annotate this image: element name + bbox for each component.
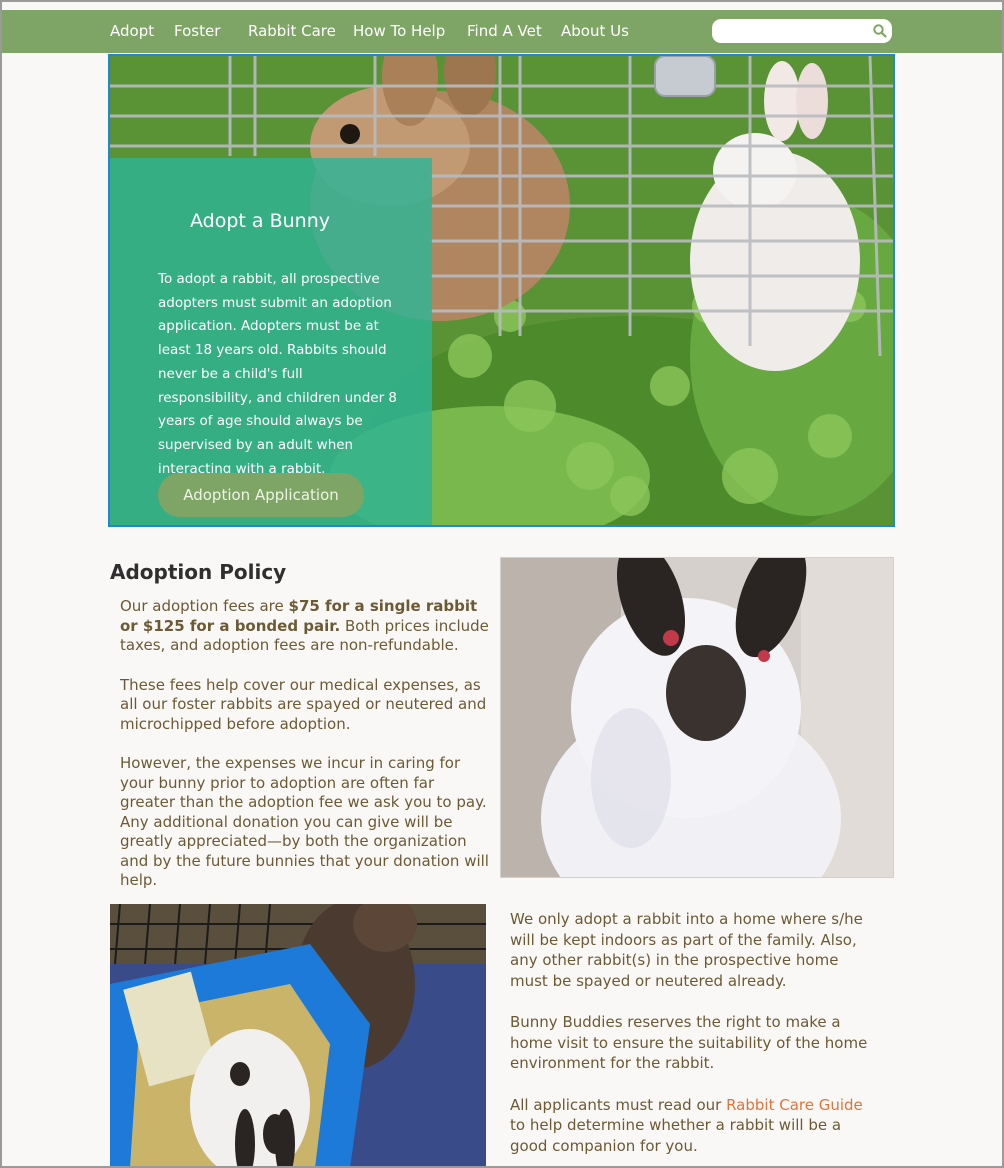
nav-item-find-a-vet[interactable]: Find A Vet: [467, 22, 542, 40]
requirements-care-guide-paragraph: All applicants must read our Rabbit Care…: [510, 1095, 880, 1157]
nav-item-how-to-help[interactable]: How To Help: [353, 22, 445, 40]
requirements-home-visit-paragraph: Bunny Buddies reserves the right to make…: [510, 1013, 868, 1072]
adoption-policy-heading: Adoption Policy: [110, 560, 287, 584]
adoption-requirements-text: We only adopt a rabbit into a home where…: [510, 909, 880, 1166]
search-box: [712, 19, 892, 43]
nav-item-adopt[interactable]: Adopt: [110, 22, 154, 40]
nav-item-foster[interactable]: Foster: [174, 22, 220, 40]
care-guide-intro: All applicants must read our: [510, 1095, 727, 1114]
search-icon[interactable]: [872, 23, 888, 39]
policy-paragraph-expenses: These fees help cover our medical expens…: [120, 675, 487, 733]
hero-banner: Adopt a Bunny To adopt a rabbit, all pro…: [108, 54, 895, 527]
nav-item-rabbit-care[interactable]: Rabbit Care: [248, 22, 336, 40]
policy-paragraph-fees: Our adoption fees are $75 for a single r…: [120, 597, 490, 656]
policy-fees-intro: Our adoption fees are: [120, 597, 289, 615]
top-navigation: Adopt Foster Rabbit Care How To Help Fin…: [2, 10, 1002, 53]
himalayan-rabbit-photo: [500, 557, 894, 878]
rabbits-litter-box-photo: [110, 904, 486, 1166]
page-frame: Adopt Foster Rabbit Care How To Help Fin…: [0, 0, 1004, 1168]
hero-description: To adopt a rabbit, all prospective adopt…: [158, 271, 398, 477]
search-input[interactable]: [722, 22, 871, 42]
requirements-indoor-paragraph: We only adopt a rabbit into a home where…: [510, 910, 863, 990]
adopt-info-panel: Adopt a Bunny To adopt a rabbit, all pro…: [110, 158, 432, 525]
adoption-policy-text: Our adoption fees are $75 for a single r…: [120, 597, 490, 911]
hero-title: Adopt a Bunny: [190, 210, 330, 232]
nav-item-about-us[interactable]: About Us: [561, 22, 629, 40]
policy-paragraph-donation: However, the expenses we incur in caring…: [120, 754, 489, 889]
adoption-application-button[interactable]: Adoption Application: [158, 473, 364, 517]
care-guide-outro: to help determine whether a rabbit will …: [510, 1116, 842, 1155]
rabbit-care-guide-link[interactable]: Rabbit Care Guide: [726, 1096, 863, 1114]
